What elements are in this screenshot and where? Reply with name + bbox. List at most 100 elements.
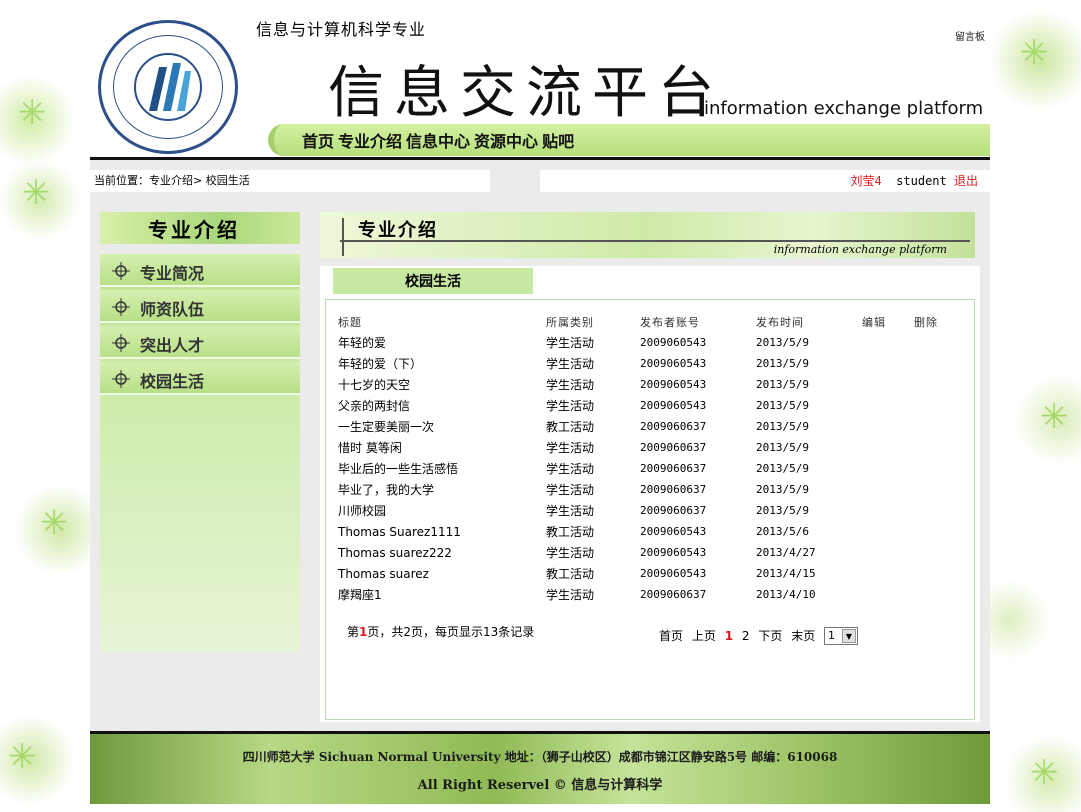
row-category: 学生活动 [546,483,595,497]
row-account: 2009060637 [640,441,707,454]
pager-last[interactable]: 末页 [791,629,815,643]
sidebar-title: 专业介绍 [100,212,300,244]
row-delete-cell[interactable] [914,437,964,458]
row-delete-cell[interactable] [914,479,964,500]
user-name: 刘莹4 [850,174,882,188]
row-title-link[interactable]: 摩羯座1 [338,584,546,605]
leaf-decoration: ✳ [1030,753,1059,793]
nav-forum[interactable]: 贴吧 [542,128,574,152]
guestbook-link[interactable]: 留言板 [955,28,985,43]
row-edit-cell[interactable] [862,563,914,584]
row-edit-cell[interactable] [862,521,914,542]
row-title-link[interactable]: 年轻的爱 [338,332,546,353]
header-divider [90,157,990,160]
row-title-link[interactable]: Thomas suarez222 [338,542,546,563]
row-delete-cell[interactable] [914,521,964,542]
row-edit-cell[interactable] [862,584,914,605]
row-title-link[interactable]: 父亲的两封信 [338,395,546,416]
page-select[interactable]: 1 ▼ [824,627,858,645]
pager-page-2[interactable]: 2 [742,629,750,643]
user-role: student [896,174,947,188]
row-delete-cell[interactable] [914,332,964,353]
row-edit-cell[interactable] [862,500,914,521]
table-row: 父亲的两封信 学生活动 2009060543 2013/5/9 [338,395,964,416]
table-header-row: 标题 所属类别 发布者账号 发布时间 编辑 删除 [338,311,964,332]
table-row: 一生定要美丽一次 教工活动 2009060637 2013/5/9 [338,416,964,437]
main-nav: 首页 专业介绍 信息中心 资源中心 贴吧 [268,124,990,156]
content-title-english: information exchange platform [773,243,947,256]
row-edit-cell[interactable] [862,458,914,479]
pagination-info: 第1页，共2页，每页显示13条记录 [347,623,534,640]
row-delete-cell[interactable] [914,542,964,563]
sidebar-item-talents[interactable]: 突出人才 [100,326,300,359]
row-title-link[interactable]: 惜时 莫等闲 [338,437,546,458]
row-edit-cell[interactable] [862,332,914,353]
logo-emblem-icon [134,53,202,121]
row-delete-cell[interactable] [914,584,964,605]
pager-first[interactable]: 首页 [659,629,683,643]
table-row: 年轻的爱（下） 学生活动 2009060543 2013/5/9 [338,353,964,374]
row-account: 2009060637 [640,504,707,517]
row-title-link[interactable]: 川师校园 [338,500,546,521]
table-row: Thomas suarez 教工活动 2009060543 2013/4/15 [338,563,964,584]
row-delete-cell[interactable] [914,416,964,437]
row-delete-cell[interactable] [914,458,964,479]
row-date: 2013/4/15 [756,567,816,580]
row-edit-cell[interactable] [862,542,914,563]
row-category: 学生活动 [546,378,595,392]
pager-page-1[interactable]: 1 [725,629,733,643]
row-title-link[interactable]: Thomas Suarez1111 [338,521,546,542]
row-date: 2013/4/10 [756,588,816,601]
row-title-link[interactable]: Thomas suarez [338,563,546,584]
row-edit-cell[interactable] [862,479,914,500]
row-edit-cell[interactable] [862,353,914,374]
chevron-down-icon[interactable]: ▼ [842,629,856,643]
sidebar-item-label: 师资队伍 [140,300,205,319]
sidebar-item-label: 专业简况 [140,264,205,283]
table-row: 摩羯座1 学生活动 2009060637 2013/4/10 [338,584,964,605]
row-account: 2009060637 [640,588,707,601]
sidebar-item-campus-life[interactable]: 校园生活 [100,362,300,395]
row-date: 2013/5/9 [756,336,809,349]
row-edit-cell[interactable] [862,374,914,395]
sidebar-item-faculty[interactable]: 师资队伍 [100,290,300,323]
row-category: 学生活动 [546,546,595,560]
table-row: 毕业后的一些生活感悟 学生活动 2009060637 2013/5/9 [338,458,964,479]
university-logo [98,20,238,154]
column-header-title: 标题 [338,315,362,329]
row-delete-cell[interactable] [914,353,964,374]
sidebar-item-label: 突出人才 [140,336,205,355]
row-edit-cell[interactable] [862,437,914,458]
nav-resource-center[interactable]: 资源中心 [474,128,538,152]
row-delete-cell[interactable] [914,395,964,416]
row-category: 教工活动 [546,420,595,434]
row-category: 教工活动 [546,567,595,581]
column-header-account: 发布者账号 [640,315,700,329]
crosshair-icon [112,370,130,388]
row-delete-cell[interactable] [914,374,964,395]
row-delete-cell[interactable] [914,563,964,584]
row-title-link[interactable]: 一生定要美丽一次 [338,416,546,437]
pager-prev[interactable]: 上页 [692,629,716,643]
row-edit-cell[interactable] [862,416,914,437]
nav-info-center[interactable]: 信息中心 [406,128,470,152]
row-date: 2013/5/9 [756,504,809,517]
row-delete-cell[interactable] [914,500,964,521]
row-title-link[interactable]: 毕业了，我的大学 [338,479,546,500]
row-date: 2013/5/9 [756,378,809,391]
row-title-link[interactable]: 年轻的爱（下） [338,353,546,374]
nav-major-intro[interactable]: 专业介绍 [338,128,402,152]
table-row: 年轻的爱 学生活动 2009060543 2013/5/9 [338,332,964,353]
sidebar-item-overview[interactable]: 专业简况 [100,254,300,287]
row-account: 2009060637 [640,462,707,475]
table-row: 毕业了，我的大学 学生活动 2009060637 2013/5/9 [338,479,964,500]
row-account: 2009060637 [640,420,707,433]
nav-home[interactable]: 首页 [302,128,334,152]
pager-next[interactable]: 下页 [758,629,782,643]
content-header-banner: 专业介绍 information exchange platform [320,212,975,258]
row-edit-cell[interactable] [862,395,914,416]
row-title-link[interactable]: 十七岁的天空 [338,374,546,395]
logout-link[interactable]: 退出 [954,174,978,188]
row-title-link[interactable]: 毕业后的一些生活感悟 [338,458,546,479]
row-date: 2013/5/9 [756,483,809,496]
